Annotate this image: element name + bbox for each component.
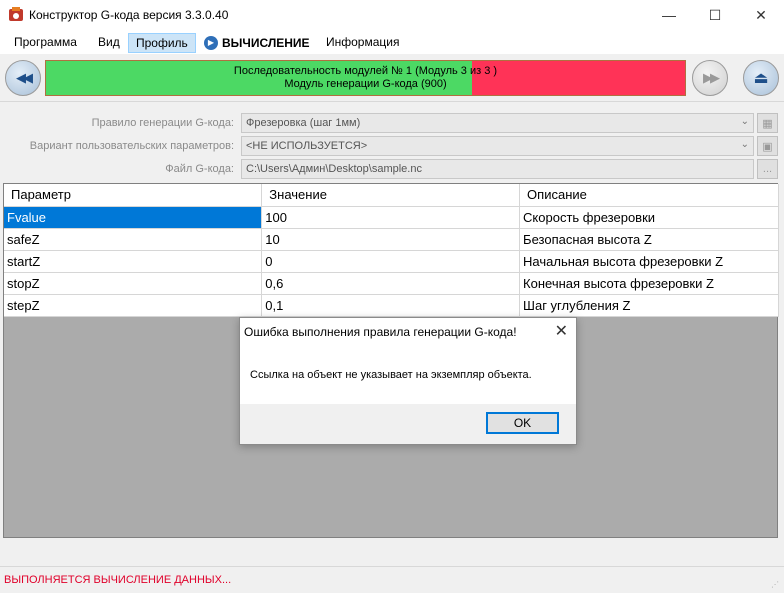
forward-button[interactable]: ▶▶ xyxy=(692,60,728,96)
maximize-button[interactable]: ☐ xyxy=(692,0,738,30)
variant-label: Вариант пользовательских параметров: xyxy=(29,140,234,152)
cell-parameter[interactable]: safeZ xyxy=(4,228,263,251)
table-row[interactable]: Fvalue 100 Скорость фрезеровки xyxy=(4,206,779,229)
cell-parameter[interactable]: startZ xyxy=(4,250,263,273)
calculator-icon: ▦ xyxy=(762,117,773,130)
error-dialog: Ошибка выполнения правила генерации G-ко… xyxy=(239,317,577,445)
file-label: Файл G-кода: xyxy=(165,163,234,175)
rule-combo[interactable]: Фрезеровка (шаг 1мм) ⌄ xyxy=(241,113,754,133)
cell-parameter[interactable]: stopZ xyxy=(4,272,263,295)
cell-parameter[interactable]: stepZ xyxy=(4,294,263,317)
cell-description[interactable]: Конечная высота фрезеровки Z xyxy=(519,272,779,295)
cell-value[interactable]: 100 xyxy=(261,206,521,229)
cell-value[interactable]: 0,6 xyxy=(261,272,521,295)
cell-value[interactable]: 0,1 xyxy=(261,294,521,317)
ok-button[interactable]: OK xyxy=(486,412,559,434)
progress-text: Последовательность модулей № 1 (Модуль 3… xyxy=(46,65,685,91)
variant-combo[interactable]: <НЕ ИСПОЛЬЗУЕТСЯ> ⌄ xyxy=(241,136,754,156)
fast-forward-icon: ▶▶ xyxy=(703,70,720,85)
play-icon: ▶ xyxy=(204,36,218,50)
browse-file-button[interactable]: ... xyxy=(757,159,778,179)
close-window-button[interactable]: ✕ xyxy=(738,0,784,30)
rule-settings-button[interactable]: ▦ xyxy=(757,113,778,133)
file-path-field[interactable]: C:\Users\Админ\Desktop\sample.nc xyxy=(241,159,754,179)
menu-profile[interactable]: Профиль xyxy=(128,33,196,53)
eject-button[interactable]: ⏏ xyxy=(743,60,779,96)
parameters-table: Параметр Значение Описание Fvalue 100 Ск… xyxy=(4,184,779,317)
menu-program[interactable]: Программа xyxy=(7,33,84,53)
title-bar: Конструктор G-кода версия 3.3.0.40 — ☐ ✕ xyxy=(0,0,784,30)
cell-value[interactable]: 10 xyxy=(261,228,521,251)
rewind-icon: ◀◀ xyxy=(16,70,33,85)
dialog-message: Ссылка на объект не указывает на экземпл… xyxy=(250,369,532,381)
module-progress-bar: Последовательность модулей № 1 (Модуль 3… xyxy=(45,60,686,96)
table-row[interactable]: safeZ 10 Безопасная высота Z xyxy=(4,228,779,251)
table-row[interactable]: stopZ 0,6 Конечная высота фрезеровки Z xyxy=(4,272,779,295)
table-row[interactable]: startZ 0 Начальная высота фрезеровки Z xyxy=(4,250,779,273)
cell-description[interactable]: Безопасная высота Z xyxy=(519,228,779,251)
eject-icon: ⏏ xyxy=(753,70,769,87)
window-title: Конструктор G-кода версия 3.3.0.40 xyxy=(29,8,229,22)
menu-info[interactable]: Информация xyxy=(319,33,406,53)
dialog-footer: OK xyxy=(240,404,576,444)
cell-value[interactable]: 0 xyxy=(261,250,521,273)
resize-grip-icon[interactable]: ⋰ xyxy=(771,580,781,590)
rule-combo-value: Фрезеровка (шаг 1мм) xyxy=(246,117,361,129)
menu-view[interactable]: Вид xyxy=(91,33,127,53)
back-button[interactable]: ◀◀ xyxy=(5,60,41,96)
status-text: ВЫПОЛНЯЕТСЯ ВЫЧИСЛЕНИЕ ДАННЫХ... xyxy=(4,574,232,586)
menu-calculation[interactable]: ▶ ВЫЧИСЛЕНИЕ xyxy=(200,33,317,53)
progress-line-1: Последовательность модулей № 1 (Модуль 3… xyxy=(233,65,498,77)
cell-description[interactable]: Начальная высота фрезеровки Z xyxy=(519,250,779,273)
cell-description[interactable]: Скорость фрезеровки xyxy=(519,206,779,229)
menu-calculation-label: ВЫЧИСЛЕНИЕ xyxy=(222,36,310,50)
column-header-description[interactable]: Описание xyxy=(519,184,779,207)
status-bar: ВЫПОЛНЯЕТСЯ ВЫЧИСЛЕНИЕ ДАННЫХ... ⋰ xyxy=(0,566,784,593)
app-logo-icon xyxy=(9,7,23,21)
chevron-down-icon: ⌄ xyxy=(740,139,749,150)
cell-description[interactable]: Шаг углубления Z xyxy=(519,294,779,317)
column-header-parameter[interactable]: Параметр xyxy=(4,184,263,207)
cell-parameter[interactable]: Fvalue xyxy=(4,206,263,229)
menu-bar: Программа Вид Профиль ▶ ВЫЧИСЛЕНИЕ Инфор… xyxy=(0,30,784,54)
table-row[interactable]: stepZ 0,1 Шаг углубления Z xyxy=(4,294,779,317)
dialog-close-button[interactable]: ✕ xyxy=(555,321,568,341)
rule-label: Правило генерации G-кода: xyxy=(91,117,234,129)
dialog-title: Ошибка выполнения правила генерации G-ко… xyxy=(244,325,517,339)
variant-combo-value: <НЕ ИСПОЛЬЗУЕТСЯ> xyxy=(246,140,368,152)
toolbar: ◀◀ Последовательность модулей № 1 (Модул… xyxy=(0,54,784,102)
chevron-down-icon: ⌄ xyxy=(740,116,749,127)
progress-line-2: Модуль генерации G-кода (900) xyxy=(284,78,447,90)
header-row: Параметр Значение Описание xyxy=(4,184,779,207)
save-variant-button[interactable]: ▣ xyxy=(757,136,778,156)
minimize-button[interactable]: — xyxy=(646,0,692,30)
save-icon: ▣ xyxy=(762,140,773,153)
column-header-value[interactable]: Значение xyxy=(261,184,521,207)
